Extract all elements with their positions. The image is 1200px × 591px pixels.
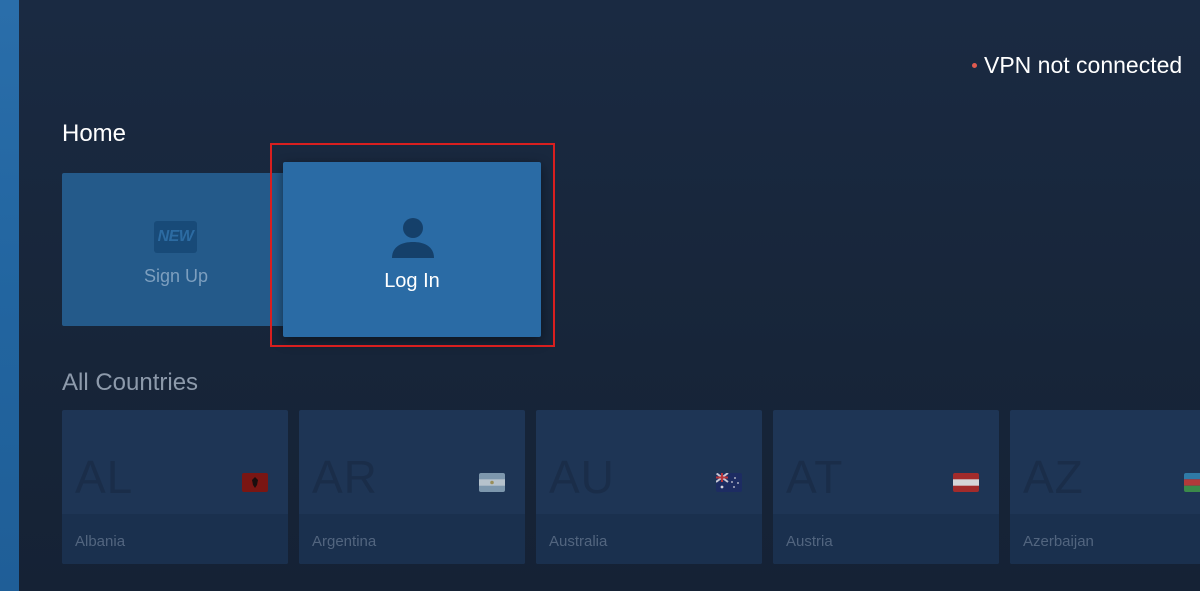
home-section-title: Home bbox=[62, 120, 127, 147]
country-code: AU bbox=[549, 451, 615, 503]
country-card-austria[interactable]: AT Austria bbox=[773, 410, 999, 564]
argentina-flag-icon bbox=[479, 473, 505, 492]
country-code: AZ bbox=[1023, 451, 1084, 503]
country-code: AT bbox=[786, 451, 844, 503]
signup-label: Sign Up bbox=[144, 266, 209, 286]
signup-card[interactable]: NEW Sign Up bbox=[62, 173, 294, 326]
country-name: Azerbaijan bbox=[1023, 533, 1094, 550]
user-icon bbox=[392, 218, 434, 258]
country-name: Argentina bbox=[312, 533, 377, 550]
country-card-australia[interactable]: AU Australia bbox=[536, 410, 762, 564]
country-card-albania[interactable]: AL Albania bbox=[62, 410, 288, 564]
app-screen: VPN not connected Home NEW Sign Up Log I… bbox=[0, 0, 1200, 591]
country-name: Albania bbox=[75, 533, 126, 550]
status-dot-icon bbox=[972, 63, 977, 68]
vpn-status: VPN not connected bbox=[972, 52, 1182, 79]
country-code: AL bbox=[75, 451, 134, 503]
country-card-argentina[interactable]: AR Argentina bbox=[299, 410, 525, 564]
australia-flag-icon bbox=[716, 473, 742, 492]
country-code: AR bbox=[312, 451, 378, 503]
side-navigation-rail[interactable] bbox=[0, 0, 19, 591]
azerbaijan-flag-icon bbox=[1184, 473, 1200, 492]
countries-row: AL Albania AR Argentina AU Australia AT … bbox=[62, 410, 1200, 564]
login-card[interactable]: Log In bbox=[283, 162, 541, 337]
austria-flag-icon bbox=[953, 473, 979, 492]
albania-flag-icon bbox=[242, 473, 268, 492]
countries-section-title: All Countries bbox=[62, 369, 199, 396]
country-card-azerbaijan[interactable]: AZ Azerbaijan bbox=[1010, 410, 1200, 564]
vpn-status-text: VPN not connected bbox=[984, 52, 1183, 78]
new-badge-icon: NEW bbox=[154, 221, 197, 253]
country-name: Austria bbox=[786, 533, 833, 550]
login-label: Log In bbox=[384, 270, 440, 292]
country-name: Australia bbox=[549, 533, 608, 550]
